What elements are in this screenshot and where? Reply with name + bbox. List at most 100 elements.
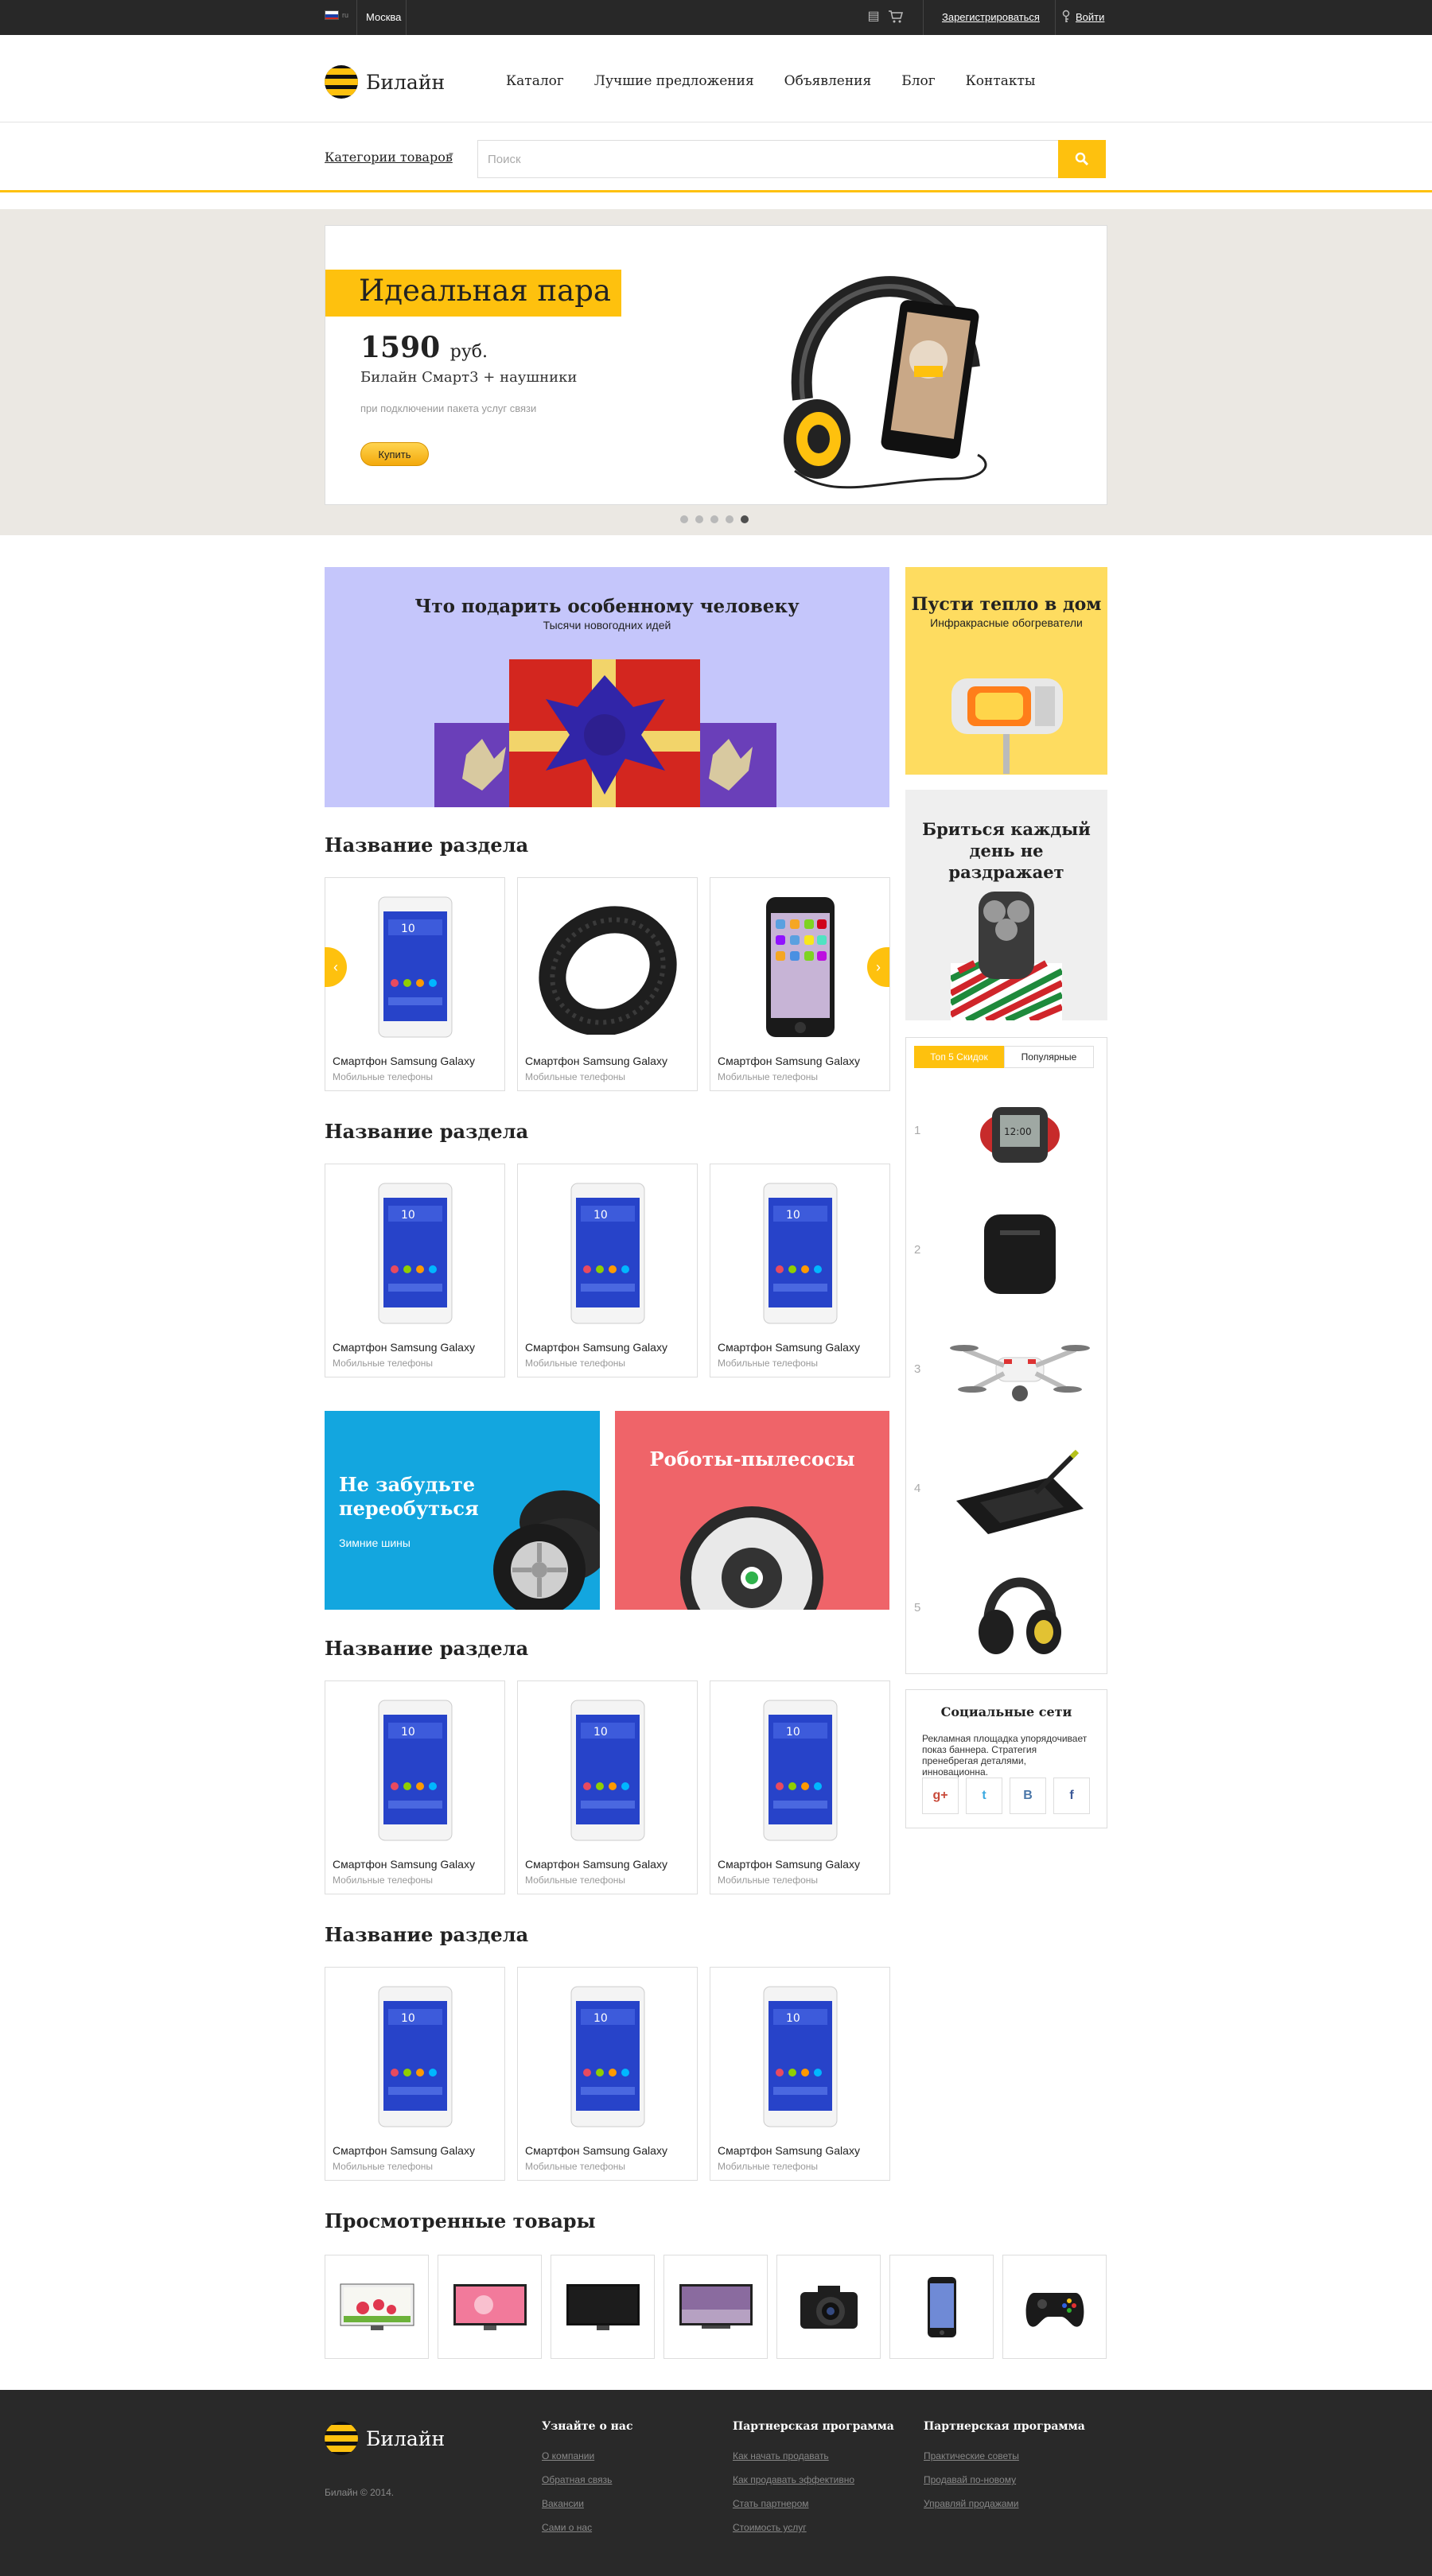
- hero-slide[interactable]: Идеальная пара 1590 руб. Билайн Смарт3 +…: [325, 225, 1107, 505]
- svg-text:10: 10: [593, 1726, 608, 1739]
- promo-gift[interactable]: Что подарить особенному человеку Тысячи …: [325, 567, 889, 807]
- viewed-item[interactable]: [1002, 2255, 1107, 2359]
- viewed-item[interactable]: [663, 2255, 768, 2359]
- city-selector[interactable]: Москва: [366, 11, 401, 23]
- footer-link[interactable]: Вакансии: [542, 2498, 633, 2509]
- categories-dropdown[interactable]: Категории товаров: [325, 150, 453, 165]
- top-item[interactable]: 5: [906, 1553, 1107, 1669]
- promo-gift-title: Что подарить особенному человеку: [414, 596, 800, 617]
- buy-button[interactable]: Купить: [360, 442, 429, 466]
- chevron-down-icon[interactable]: ▼: [447, 151, 455, 160]
- top-item[interactable]: 1 12:00: [906, 1076, 1107, 1191]
- promo-tires[interactable]: Не забудьте переобуться Зимние шины: [325, 1411, 600, 1610]
- compare-icon[interactable]: ▤: [866, 10, 881, 24]
- camera-icon: [800, 2285, 858, 2329]
- slider-dot[interactable]: [695, 515, 703, 523]
- promo-heat[interactable]: Пусти тепло в дом Инфракрасные обогреват…: [905, 567, 1107, 775]
- svg-text:10: 10: [401, 2012, 415, 2025]
- product-category: Мобильные телефоны: [525, 1071, 626, 1082]
- google-plus-icon: g+: [932, 1789, 948, 1802]
- product-name: Смартфон Samsung Galaxy: [525, 1055, 667, 1067]
- phone-white-icon: 10: [518, 1174, 697, 1333]
- product-card[interactable]: 10 Смартфон Samsung Galaxy Мобильные тел…: [325, 877, 505, 1091]
- promo-shave[interactable]: Бриться каждый день не раздражает: [905, 790, 1107, 1020]
- product-card[interactable]: Смартфон Samsung Galaxy Мобильные телефо…: [710, 877, 890, 1091]
- product-card[interactable]: 10 Смартфон Samsung Galaxy Мобильные тел…: [710, 1967, 890, 2181]
- footer-logo-text: Билайн: [366, 2426, 446, 2450]
- footer-logo[interactable]: Билайн: [325, 2422, 445, 2455]
- promo-tires-title: Не забудьте переобуться: [339, 1473, 479, 1520]
- footer-link[interactable]: Стоимость услуг: [733, 2522, 894, 2533]
- phone-black-icon: [710, 888, 889, 1047]
- footer-link[interactable]: Управляй продажами: [924, 2498, 1085, 2509]
- facebook-button[interactable]: f: [1053, 1778, 1090, 1814]
- heater-image: [951, 678, 1063, 774]
- tab-popular[interactable]: Популярные: [1004, 1046, 1094, 1068]
- vk-button[interactable]: B: [1010, 1778, 1046, 1814]
- footer-link[interactable]: Практические советы: [924, 2450, 1085, 2461]
- footer-link[interactable]: Как начать продавать: [733, 2450, 894, 2461]
- product-card[interactable]: 10 Смартфон Samsung Galaxy Мобильные тел…: [517, 1164, 698, 1377]
- top-products-widget: Топ 5 Скидок Популярные 1 12:00 2 3 4 5: [905, 1037, 1107, 1674]
- footer-link[interactable]: Стать партнером: [733, 2498, 894, 2509]
- top-tabs: Топ 5 Скидок Популярные: [914, 1046, 1094, 1068]
- google-plus-button[interactable]: g+: [922, 1778, 959, 1814]
- phone-white-icon: 10: [518, 1691, 697, 1850]
- footer-link[interactable]: Как продавать эффективно: [733, 2474, 894, 2485]
- tab-top-discounts[interactable]: Топ 5 Скидок: [914, 1046, 1004, 1068]
- twitter-button[interactable]: t: [966, 1778, 1002, 1814]
- search-input[interactable]: [477, 140, 1058, 178]
- nav-item-ads[interactable]: Объявления: [784, 73, 872, 89]
- product-name: Смартфон Samsung Galaxy: [718, 1341, 860, 1354]
- slider-dot[interactable]: [710, 515, 718, 523]
- nav-item-blog[interactable]: Блог: [901, 73, 935, 89]
- product-card[interactable]: 10 Смартфон Samsung Galaxy Мобильные тел…: [710, 1680, 890, 1894]
- phone-white-icon: 10: [325, 1977, 504, 2136]
- logo[interactable]: Билайн: [325, 65, 445, 99]
- viewed-item[interactable]: [438, 2255, 542, 2359]
- product-card[interactable]: 10 Смартфон Samsung Galaxy Мобильные тел…: [325, 1967, 505, 2181]
- product-card[interactable]: 10 Смартфон Samsung Galaxy Мобильные тел…: [517, 1680, 698, 1894]
- footer-link[interactable]: Продавай по-новому: [924, 2474, 1085, 2485]
- vk-icon: B: [1023, 1789, 1033, 1802]
- cart-icon[interactable]: [888, 10, 904, 24]
- viewed-item[interactable]: [551, 2255, 655, 2359]
- product-card[interactable]: 10 Смартфон Samsung Galaxy Мобильные тел…: [325, 1680, 505, 1894]
- footer-column-title: Узнайте о нас: [542, 2420, 633, 2433]
- nav-item-catalog[interactable]: Каталог: [506, 73, 564, 89]
- search-row: Категории товаров ▼: [0, 122, 1432, 192]
- slider-dot[interactable]: [680, 515, 688, 523]
- product-category: Мобильные телефоны: [525, 2161, 626, 2172]
- viewed-item[interactable]: [889, 2255, 994, 2359]
- product-card[interactable]: 10 Смартфон Samsung Galaxy Мобильные тел…: [325, 1164, 505, 1377]
- product-category: Мобильные телефоны: [718, 1358, 819, 1369]
- top-item[interactable]: 4: [906, 1434, 1107, 1549]
- promo-robots[interactable]: Роботы-пылесосы: [615, 1411, 889, 1610]
- footer-link[interactable]: О компании: [542, 2450, 633, 2461]
- top-item[interactable]: 2: [906, 1195, 1107, 1311]
- twitter-icon: t: [982, 1789, 986, 1802]
- slider-dot[interactable]: [726, 515, 734, 523]
- hero-note: при подключении пакета услуг связи: [360, 402, 537, 414]
- search-button[interactable]: [1058, 140, 1106, 178]
- footer-link[interactable]: Сами о нас: [542, 2522, 633, 2533]
- svg-text:10: 10: [786, 1726, 800, 1739]
- footer-link[interactable]: Обратная связь: [542, 2474, 633, 2485]
- slider-dot-active[interactable]: [741, 515, 749, 523]
- language-label[interactable]: ru: [342, 11, 348, 19]
- register-link[interactable]: Зарегистрироваться: [942, 11, 1040, 23]
- main-nav: Каталог Лучшие предложения Объявления Бл…: [506, 73, 1035, 89]
- viewed-item[interactable]: [776, 2255, 881, 2359]
- viewed-item[interactable]: [325, 2255, 429, 2359]
- login-link[interactable]: Войти: [1076, 11, 1104, 23]
- nav-item-contacts[interactable]: Контакты: [966, 73, 1036, 89]
- top-item[interactable]: 3: [906, 1315, 1107, 1430]
- nav-item-best-offers[interactable]: Лучшие предложения: [594, 73, 754, 89]
- product-card[interactable]: 10 Смартфон Samsung Galaxy Мобильные тел…: [710, 1164, 890, 1377]
- russia-flag-icon[interactable]: [325, 10, 339, 20]
- product-name: Смартфон Samsung Galaxy: [718, 2144, 860, 2157]
- beeline-logo-icon: [325, 65, 358, 99]
- product-card[interactable]: Смартфон Samsung Galaxy Мобильные телефо…: [517, 877, 698, 1091]
- hero-subtitle: Билайн Смарт3 + наушники: [360, 369, 578, 386]
- product-card[interactable]: 10 Смартфон Samsung Galaxy Мобильные тел…: [517, 1967, 698, 2181]
